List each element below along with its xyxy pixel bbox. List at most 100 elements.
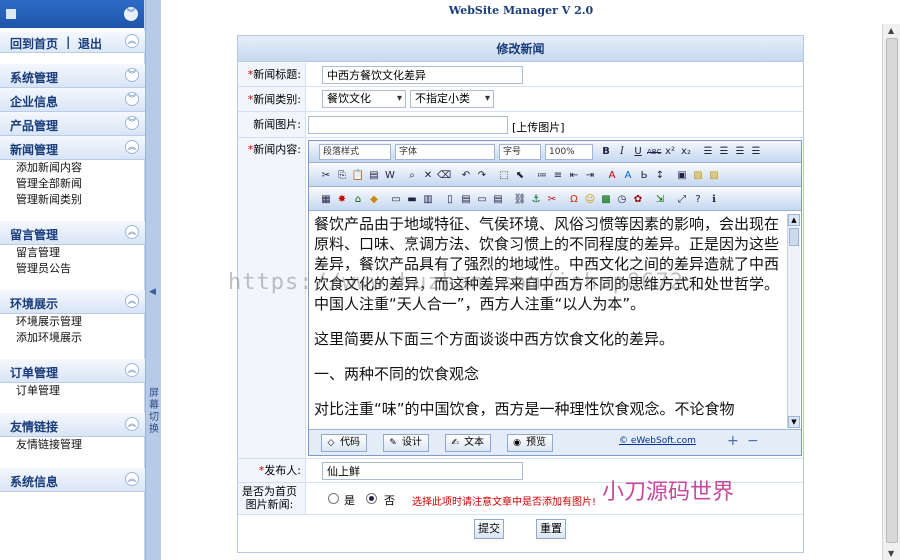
menu-item-manage-news[interactable]: 管理全部新闻 (0, 176, 145, 192)
reset-button[interactable]: 重置 (536, 519, 566, 539)
date-icon[interactable]: ▩ (599, 193, 613, 207)
file-icon[interactable]: ◆ (367, 193, 381, 207)
undo-icon[interactable]: ↶ (459, 169, 473, 183)
copy-icon[interactable]: ⎘ (335, 169, 349, 183)
justify-icon[interactable]: ☰ (749, 145, 763, 159)
menu-item-env-add[interactable]: 添加环境展示 (0, 330, 145, 346)
menu-group-title[interactable]: 留言管理 ︽ (0, 221, 145, 245)
pointer-icon[interactable]: ⬉ (513, 169, 527, 183)
menu-group-title[interactable]: 系统信息 ︽ (0, 468, 145, 492)
menu-item-env-manage[interactable]: 环境展示管理 (0, 314, 145, 330)
editor-brand-link[interactable]: © eWebSoft.com (619, 436, 696, 446)
scroll-up-icon[interactable]: ▲ (888, 26, 894, 35)
indent-icon[interactable]: ⇥ (583, 169, 597, 183)
menu-item-admin-notice[interactable]: 管理员公告 (0, 261, 145, 277)
grid-icon[interactable]: ▥ (421, 193, 435, 207)
textarea-icon[interactable]: ▤ (459, 193, 473, 207)
zoom-select[interactable]: 100% (545, 144, 593, 160)
align-center-icon[interactable]: ☰ (717, 145, 731, 159)
scroll-down-icon[interactable]: ▼ (788, 416, 800, 428)
menu-group-title[interactable]: 订单管理 ︽ (0, 359, 145, 383)
underline-icon[interactable]: U (631, 145, 645, 159)
menu-item-news-categories[interactable]: 管理新闻类别 (0, 192, 145, 208)
submit-button[interactable]: 提交 (474, 519, 504, 539)
input-icon[interactable]: ▯ (443, 193, 457, 207)
import-icon[interactable]: ⇲ (653, 193, 667, 207)
superscript-icon[interactable]: x² (663, 145, 677, 159)
ordered-list-icon[interactable]: ≔ (535, 169, 549, 183)
redo-icon[interactable]: ↷ (475, 169, 489, 183)
tab-code[interactable]: ◇ 代码 (321, 434, 367, 452)
border-icon[interactable]: ▣ (675, 169, 689, 183)
zoom-in-icon[interactable]: + (727, 433, 739, 449)
screen-switch-bar[interactable]: ◀ 屏幕切换 (145, 0, 161, 560)
menu-group-title[interactable]: 新闻管理 ︽ (0, 136, 145, 160)
tab-design[interactable]: ✎ 设计 (383, 434, 429, 452)
editor-scrollbar[interactable]: ▲ ▼ (787, 214, 800, 428)
align-left-icon[interactable]: ☰ (701, 145, 715, 159)
about-icon[interactable]: ℹ (707, 193, 721, 207)
box-icon[interactable]: ▨ (707, 169, 721, 183)
tab-preview[interactable]: ◉ 预览 (507, 434, 553, 452)
menu-group-title[interactable]: 环境展示 ︽ (0, 290, 145, 314)
page-scroll-thumb[interactable] (886, 38, 898, 543)
fullscreen-icon[interactable]: ⤢ (675, 193, 689, 207)
table-icon[interactable]: ▭ (389, 193, 403, 207)
radio-no[interactable] (366, 493, 377, 504)
flash-icon[interactable]: ✸ (335, 193, 349, 207)
collapse-all-icon[interactable]: ︾ (124, 7, 138, 21)
image-icon[interactable]: ▦ (319, 193, 333, 207)
chevron-down-icon[interactable]: ︾ (125, 116, 139, 130)
publisher-input[interactable] (322, 462, 523, 480)
align-right-icon[interactable]: ☰ (733, 145, 747, 159)
scroll-up-icon[interactable]: ▲ (788, 214, 800, 226)
strikethrough-icon[interactable]: ABC (647, 145, 661, 159)
menu-item-orders[interactable]: 订单管理 (0, 383, 145, 399)
radio-yes[interactable] (328, 493, 339, 504)
paste-text-icon[interactable]: ▤ (367, 169, 381, 183)
menu-group-title[interactable]: 企业信息 ︾ (0, 88, 145, 112)
button-icon[interactable]: ▭ (475, 193, 489, 207)
font-size-select[interactable]: 字号 (499, 144, 541, 160)
chevron-up-icon[interactable]: ︽ (125, 34, 139, 48)
chevron-up-icon[interactable]: ︽ (125, 417, 139, 431)
font-color-icon[interactable]: A (605, 169, 619, 183)
text-style-icon[interactable]: Ь (637, 169, 651, 183)
find-icon[interactable]: ⌕ (405, 169, 419, 183)
logout-link[interactable]: 退出 (78, 35, 102, 52)
scroll-down-icon[interactable]: ▼ (888, 549, 894, 558)
line-height-icon[interactable]: ↕ (653, 169, 667, 183)
page-break-icon[interactable]: ✿ (631, 193, 645, 207)
menu-item-messages[interactable]: 留言管理 (0, 245, 145, 261)
menu-group-title[interactable]: 产品管理 ︾ (0, 112, 145, 136)
menu-item-links[interactable]: 友情链接管理 (0, 437, 145, 453)
chevron-down-icon[interactable]: ︾ (125, 92, 139, 106)
time-icon[interactable]: ◷ (615, 193, 629, 207)
chevron-up-icon[interactable]: ︽ (125, 472, 139, 486)
paste-word-icon[interactable]: W (383, 169, 397, 183)
help-icon[interactable]: ? (691, 193, 705, 207)
upload-image-link[interactable]: [上传图片] (512, 119, 565, 135)
menu-group-title[interactable]: 系统管理 ︾ (0, 64, 145, 88)
tab-text[interactable]: ✍ 文本 (445, 434, 491, 452)
unordered-list-icon[interactable]: ≡ (551, 169, 565, 183)
chevron-up-icon[interactable]: ︽ (125, 363, 139, 377)
menu-group-title[interactable]: 友情链接 ︽ (0, 413, 145, 437)
chevron-left-icon[interactable]: ◀ (149, 287, 156, 297)
delete-icon[interactable]: ✕ (421, 169, 435, 183)
scroll-thumb[interactable] (789, 228, 799, 246)
image-input[interactable] (308, 116, 508, 134)
page-scrollbar[interactable]: ▲ ▼ (882, 24, 900, 560)
select-all-icon[interactable]: ⬚ (497, 169, 511, 183)
special-char-icon[interactable]: Ω (567, 193, 581, 207)
outdent-icon[interactable]: ⇤ (567, 169, 581, 183)
media-icon[interactable]: ⌂ (351, 193, 365, 207)
chevron-up-icon[interactable]: ︽ (125, 140, 139, 154)
italic-icon[interactable]: I (615, 145, 629, 159)
title-input[interactable] (322, 66, 523, 84)
subscript-icon[interactable]: x₂ (679, 145, 693, 159)
anchor-icon[interactable]: ⚓ (529, 193, 543, 207)
chevron-up-icon[interactable]: ︽ (125, 225, 139, 239)
link-icon[interactable]: ⛓ (513, 193, 527, 207)
zoom-out-icon[interactable]: − (747, 433, 759, 449)
